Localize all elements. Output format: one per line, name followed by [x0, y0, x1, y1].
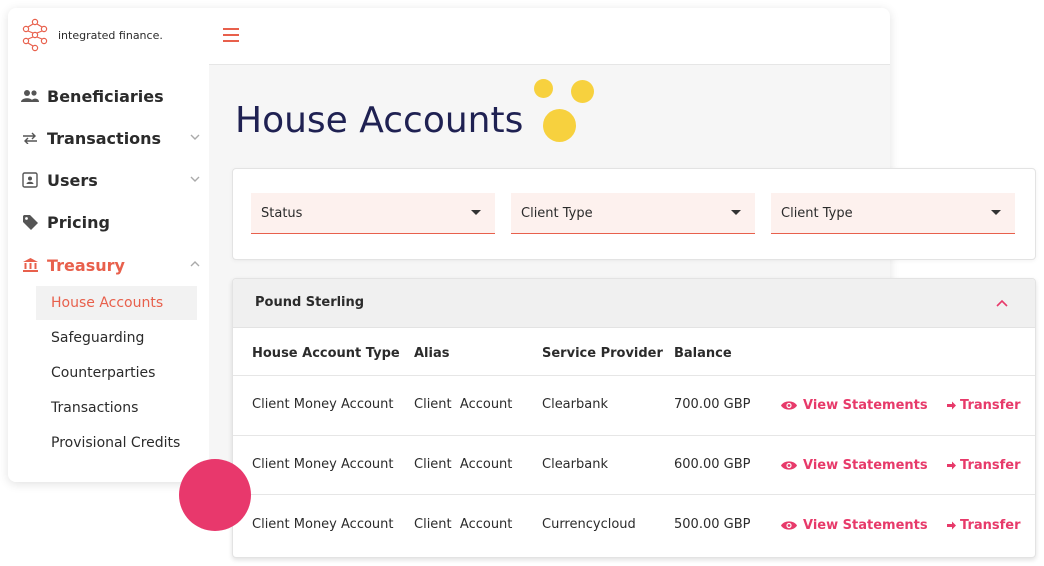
service-provider: Currencycloud: [542, 517, 636, 532]
client-type-select-2[interactable]: Client Type: [771, 193, 1015, 234]
sidebar-subitem-house-accounts[interactable]: House Accounts: [36, 286, 197, 320]
status-select[interactable]: Status: [251, 193, 495, 234]
column-header-alias: Alias: [414, 346, 450, 361]
people-icon: [20, 86, 40, 106]
select-label: Client Type: [521, 206, 593, 221]
transfer-label: Transfer: [960, 398, 1021, 413]
sidebar-subitem-transactions[interactable]: Transactions: [36, 391, 197, 425]
sidebar-subitem-provisional-credits[interactable]: Provisional Credits: [36, 426, 197, 460]
account-type: Client Money Account: [252, 517, 394, 532]
id-card-icon: [20, 170, 40, 190]
sidebar-item-pricing[interactable]: Pricing: [20, 207, 200, 237]
page-title: House Accounts: [235, 100, 524, 141]
view-statements-label: View Statements: [803, 458, 928, 473]
view-statements-link[interactable]: View Statements: [781, 458, 928, 473]
sidebar-item-users[interactable]: Users: [20, 165, 200, 195]
decor-dot: [543, 109, 576, 142]
select-label: Status: [261, 206, 303, 221]
eye-icon: [781, 521, 797, 530]
sidebar-item-label: Transactions: [47, 128, 162, 148]
account-alias: Client Account: [414, 397, 513, 412]
service-provider: Clearbank: [542, 457, 608, 472]
decor-dot: [571, 80, 594, 103]
sidebar-item-label: Treasury: [47, 255, 125, 275]
sidebar-item-beneficiaries[interactable]: Beneficiaries: [20, 81, 200, 111]
eye-icon: [781, 461, 797, 470]
logo-text: integrated finance.: [58, 28, 163, 42]
column-header-type: House Account Type: [252, 346, 400, 361]
account-type: Client Money Account: [252, 397, 394, 412]
decor-dot: [534, 79, 553, 98]
transfer-label: Transfer: [960, 458, 1021, 473]
transfer-label: Transfer: [960, 518, 1021, 533]
sidebar-item-label: Pricing: [47, 212, 110, 232]
sidebar: integrated finance. Beneficiaries Transa…: [8, 8, 209, 482]
service-provider: Clearbank: [542, 397, 608, 412]
accounts-card: Pound Sterling House Account Type Alias …: [232, 278, 1036, 558]
balance: 600.00 GBP: [674, 457, 751, 472]
caret-down-icon: [991, 210, 1001, 215]
decor-circle: [179, 459, 251, 531]
accordion-header[interactable]: Pound Sterling: [233, 279, 1035, 328]
currency-section-title: Pound Sterling: [255, 295, 365, 310]
transfer-link[interactable]: Transfer: [947, 398, 1021, 413]
logo[interactable]: integrated finance.: [20, 18, 163, 52]
arrow-right-icon: [947, 401, 956, 410]
balance: 700.00 GBP: [674, 397, 751, 412]
caret-down-icon: [471, 210, 481, 215]
view-statements-label: View Statements: [803, 398, 928, 413]
sidebar-item-transactions[interactable]: Transactions: [20, 123, 200, 153]
chevron-down-icon[interactable]: [188, 172, 202, 186]
select-label: Client Type: [781, 206, 853, 221]
bank-icon: [20, 255, 40, 275]
caret-down-icon: [731, 210, 741, 215]
account-alias: Client Account: [414, 457, 513, 472]
sidebar-subitem-safeguarding[interactable]: Safeguarding: [36, 321, 197, 355]
table-row: Client Money Account Client Account Curr…: [233, 494, 1035, 554]
column-header-provider: Service Provider: [542, 346, 663, 361]
chevron-down-icon[interactable]: [188, 130, 202, 144]
top-bar: [209, 8, 890, 65]
sidebar-item-label: Beneficiaries: [47, 86, 164, 106]
logo-mark-icon: [22, 18, 48, 52]
sidebar-item-treasury[interactable]: Treasury: [20, 250, 200, 280]
view-statements-link[interactable]: View Statements: [781, 518, 928, 533]
transfer-link[interactable]: Transfer: [947, 458, 1021, 473]
chevron-up-icon[interactable]: [995, 296, 1009, 310]
view-statements-link[interactable]: View Statements: [781, 398, 928, 413]
transfer-link[interactable]: Transfer: [947, 518, 1021, 533]
eye-icon: [781, 401, 797, 410]
account-type: Client Money Account: [252, 457, 394, 472]
account-alias: Client Account: [414, 517, 513, 532]
table-row: Client Money Account Client Account Clea…: [233, 435, 1035, 495]
arrow-right-icon: [947, 461, 956, 470]
table-row: Client Money Account Client Account Clea…: [233, 375, 1035, 435]
column-header-balance: Balance: [674, 346, 732, 361]
sidebar-item-label: Users: [47, 170, 98, 190]
swap-arrows-icon: [20, 128, 40, 148]
filter-card: Status Client Type Client Type: [232, 168, 1036, 260]
chevron-up-icon[interactable]: [188, 257, 202, 271]
menu-icon[interactable]: [223, 28, 239, 42]
client-type-select[interactable]: Client Type: [511, 193, 755, 234]
tag-icon: [20, 212, 40, 232]
balance: 500.00 GBP: [674, 517, 751, 532]
sidebar-subitem-counterparties[interactable]: Counterparties: [36, 356, 197, 390]
arrow-right-icon: [947, 521, 956, 530]
view-statements-label: View Statements: [803, 518, 928, 533]
